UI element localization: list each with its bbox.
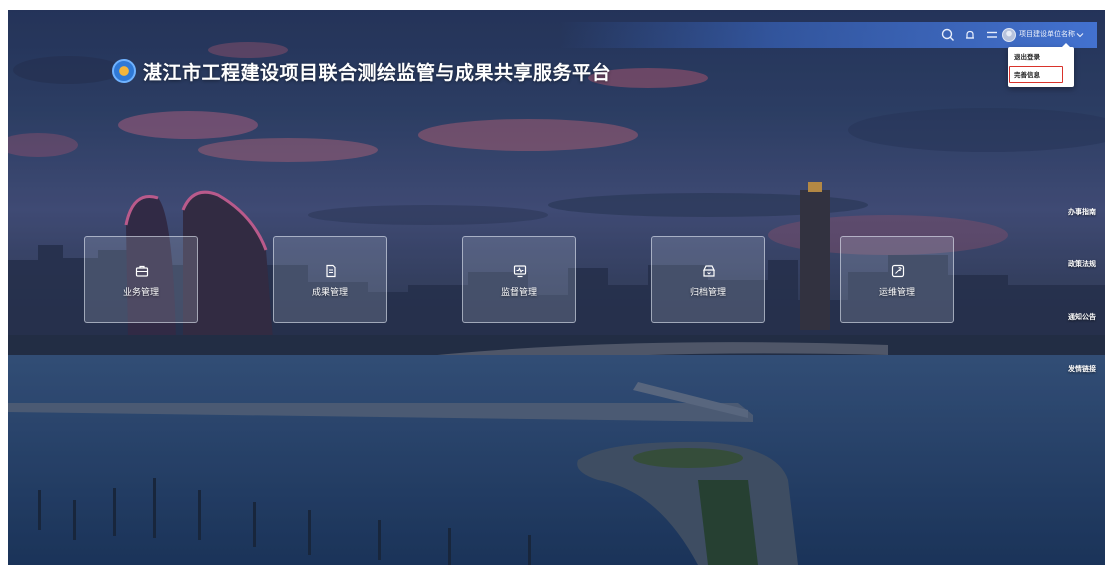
bell-icon[interactable] <box>962 27 978 43</box>
user-name[interactable]: 项目建设单位名称 <box>1019 29 1075 39</box>
document-icon <box>323 263 339 279</box>
module-card-business[interactable]: 业务管理 <box>84 236 198 323</box>
page-title: 湛江市工程建设项目联合测绘监管与成果共享服务平台 <box>143 62 612 84</box>
side-link-links[interactable]: 发情链接 <box>1068 364 1096 374</box>
module-label: 监督管理 <box>500 288 537 298</box>
logout-menu-item[interactable]: 退出登录 <box>1008 50 1074 66</box>
module-card-results[interactable]: 成果管理 <box>273 236 387 323</box>
top-nav-bar <box>560 22 1097 48</box>
module-card-archive[interactable]: 归档管理 <box>651 236 765 323</box>
globe-logo-icon <box>112 59 136 83</box>
monitor-icon <box>512 263 528 279</box>
highlight-box <box>1009 66 1063 83</box>
chevron-down-icon[interactable] <box>1075 28 1085 42</box>
module-label: 运维管理 <box>878 288 915 298</box>
avatar[interactable] <box>1002 28 1016 42</box>
maintenance-icon <box>890 263 906 279</box>
module-label: 归档管理 <box>689 288 726 298</box>
module-card-maintenance[interactable]: 运维管理 <box>840 236 954 323</box>
archive-box-icon <box>701 263 717 279</box>
search-icon[interactable] <box>940 27 956 43</box>
menu-icon[interactable] <box>984 27 1000 43</box>
module-card-supervision[interactable]: 监督管理 <box>462 236 576 323</box>
module-label: 业务管理 <box>122 288 159 298</box>
dropdown-arrow <box>1062 43 1070 47</box>
side-link-policy[interactable]: 政策法规 <box>1068 259 1096 269</box>
briefcase-icon <box>134 263 150 279</box>
side-link-guide[interactable]: 办事指南 <box>1068 207 1096 217</box>
side-link-notice[interactable]: 通知公告 <box>1068 312 1096 322</box>
module-label: 成果管理 <box>311 288 348 298</box>
